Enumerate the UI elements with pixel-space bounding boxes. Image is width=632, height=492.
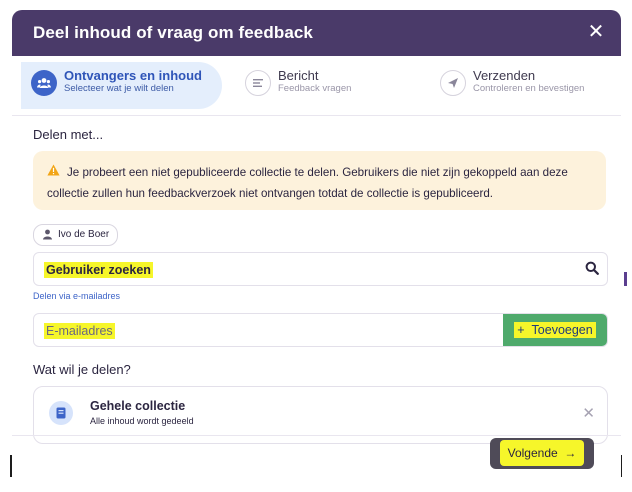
remove-option-icon[interactable]: ✕ bbox=[582, 404, 595, 422]
recipient-name: Ivo de Boer bbox=[58, 229, 110, 240]
search-icon[interactable] bbox=[585, 261, 599, 275]
next-button[interactable]: Volgende → bbox=[490, 438, 594, 469]
next-button-label: Volgende bbox=[507, 446, 558, 460]
arrow-right-icon: → bbox=[564, 446, 577, 460]
users-icon bbox=[31, 70, 57, 96]
close-button[interactable]: ✕ bbox=[585, 21, 607, 43]
share-dialog: Deel inhoud of vraag om feedback ✕ Ontva… bbox=[12, 10, 621, 492]
what-to-share-label: Wat wil je delen? bbox=[33, 362, 131, 377]
unpublished-warning: Je probeert een niet gepubliceerde colle… bbox=[33, 151, 606, 210]
add-button[interactable]: + Toevoegen bbox=[503, 314, 607, 346]
step-send-title: Verzenden bbox=[473, 68, 536, 83]
user-search-input[interactable]: Gebruiker zoeken bbox=[33, 252, 608, 286]
collection-icon bbox=[49, 401, 73, 425]
user-search-placeholder: Gebruiker zoeken bbox=[44, 262, 153, 278]
option-title: Gehele collectie bbox=[90, 399, 186, 413]
dialog-title: Deel inhoud of vraag om feedback bbox=[33, 23, 313, 42]
close-icon: ✕ bbox=[587, 21, 605, 43]
share-via-email-link[interactable]: Delen via e-mailadres bbox=[33, 291, 120, 301]
dialog-header: Deel inhoud of vraag om feedback ✕ bbox=[12, 10, 621, 56]
plus-icon: + bbox=[517, 323, 525, 337]
option-subtitle: Alle inhoud wordt gedeeld bbox=[90, 416, 194, 426]
background-edge-accent bbox=[624, 272, 627, 286]
recipient-chip[interactable]: Ivo de Boer bbox=[33, 224, 119, 246]
add-button-label: Toevoegen bbox=[531, 323, 593, 337]
step-recipients-subtitle: Selecteer wat je wilt delen bbox=[64, 83, 174, 94]
share-with-label: Delen met... bbox=[33, 127, 104, 142]
warning-text: Je probeert een niet gepubliceerde colle… bbox=[47, 166, 568, 200]
step-recipients-title: Ontvangers en inhoud bbox=[64, 68, 202, 83]
send-icon bbox=[440, 70, 466, 96]
stepper: Ontvangers en inhoud Selecteer wat je wi… bbox=[12, 56, 621, 116]
email-field[interactable]: E-mailadres + Toevoegen bbox=[33, 313, 608, 347]
step-message-subtitle: Feedback vragen bbox=[278, 83, 352, 94]
step-message-title: Bericht bbox=[278, 68, 319, 83]
footer-divider bbox=[12, 435, 621, 436]
email-placeholder: E-mailadres bbox=[44, 323, 115, 339]
step-send-subtitle: Controleren en bevestigen bbox=[473, 83, 585, 94]
message-icon bbox=[245, 70, 271, 96]
user-icon bbox=[43, 229, 52, 240]
